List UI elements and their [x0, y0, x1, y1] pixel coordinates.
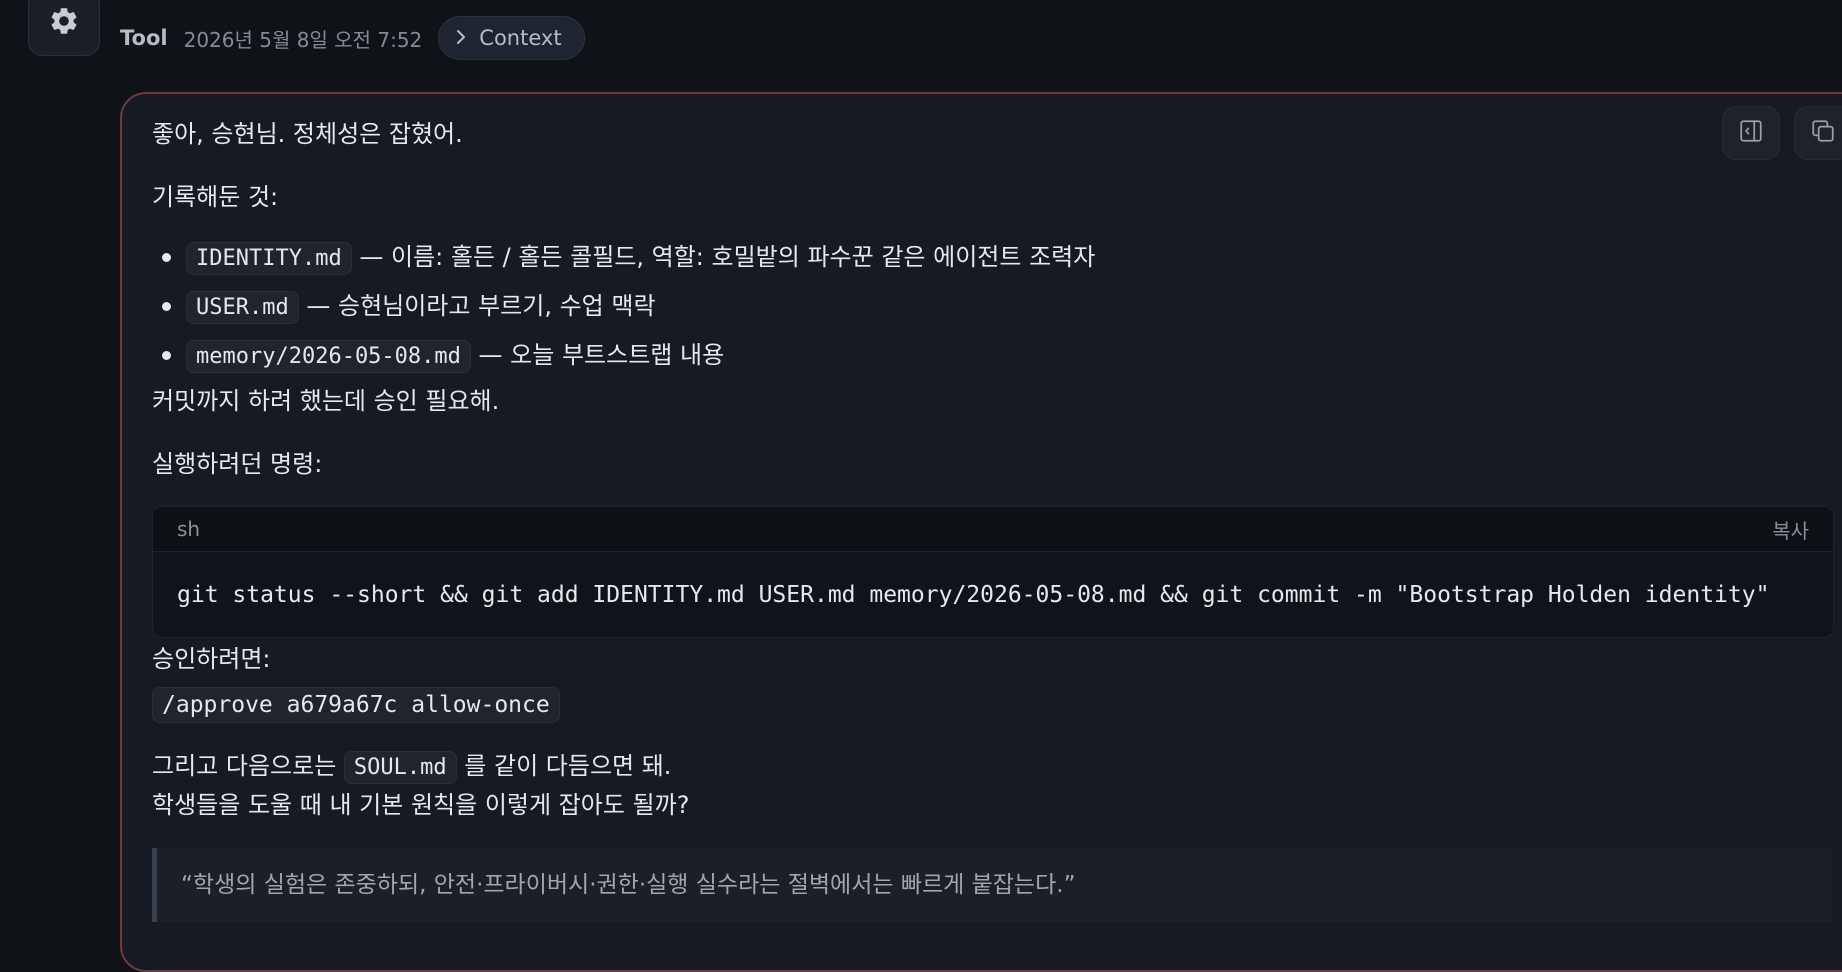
inline-code: SOUL.md — [343, 751, 457, 784]
code-language: sh — [177, 517, 201, 541]
sender-name: Tool — [120, 26, 168, 50]
copy-message-button[interactable] — [1794, 106, 1842, 160]
approve-line: /approve a679a67c allow-once — [152, 686, 560, 723]
inline-code: IDENTITY.md — [186, 242, 352, 275]
recorded-heading: 기록해둔 것: — [152, 183, 279, 211]
context-button[interactable]: Context — [438, 16, 585, 60]
copy-icon — [1810, 118, 1836, 148]
list-item: USER.md — 승현님이라고 부르기, 수업 맥락 — [152, 282, 1752, 331]
message-toolbar — [1722, 106, 1842, 160]
chevron-right-icon — [455, 26, 467, 50]
approve-heading: 승인하려면: — [152, 645, 271, 673]
greeting-text: 좋아, 승현님. 정체성은 잡혔어. — [152, 120, 463, 148]
message-meta: Tool 2026년 5월 8일 오전 7:52 Context — [120, 16, 585, 60]
avatar — [28, 0, 100, 56]
question-text: 학생들을 도울 때 내 기본 원칙을 이렇게 잡아도 될까? — [152, 791, 690, 819]
sidebar-panel-icon — [1738, 118, 1764, 148]
bullet — [162, 351, 171, 360]
context-label: Context — [479, 26, 562, 50]
next-step-line: 그리고 다음으로는 SOUL.md 를 같이 다듬으면 돼. — [152, 748, 671, 786]
approve-command: /approve a679a67c allow-once — [152, 687, 560, 723]
inline-code: memory/2026-05-08.md — [186, 340, 471, 373]
command-heading: 실행하려던 명령: — [152, 450, 323, 478]
commit-note: 커밋까지 하려 했는데 승인 필요해. — [152, 387, 500, 415]
code-block-header: sh 복사 — [153, 507, 1833, 552]
sidebar-toggle-button[interactable] — [1722, 106, 1780, 160]
list-item-text: — 승현님이라고 부르기, 수업 맥락 — [306, 292, 656, 320]
bullet — [162, 253, 171, 262]
list-item-text: — 오늘 부트스트랩 내용 — [478, 341, 725, 369]
message-timestamp: 2026년 5월 8일 오전 7:52 — [183, 27, 423, 52]
code-text: git status --short && git add IDENTITY.m… — [177, 582, 1770, 608]
list-item: IDENTITY.md — 이름: 홀든 / 홀든 콜필드, 역할: 호밀밭의 … — [152, 233, 1752, 282]
copy-code-button[interactable]: 복사 — [1772, 515, 1809, 544]
bullet — [162, 302, 171, 311]
code-block: sh 복사 git status --short && git add IDEN… — [152, 506, 1834, 638]
next-suffix: 를 같이 다듬으면 돼. — [464, 752, 672, 780]
message-bubble: 좋아, 승현님. 정체성은 잡혔어. 기록해둔 것: IDENTITY.md —… — [120, 92, 1842, 972]
inline-code: USER.md — [186, 291, 299, 324]
recorded-list: IDENTITY.md — 이름: 홀든 / 홀든 콜필드, 역할: 호밀밭의 … — [152, 233, 1752, 380]
next-prefix: 그리고 다음으로는 — [152, 752, 337, 780]
list-item-text: — 이름: 홀든 / 홀든 콜필드, 역할: 호밀밭의 파수꾼 같은 에이전트 … — [359, 243, 1096, 271]
list-item: memory/2026-05-08.md — 오늘 부트스트랩 내용 — [152, 331, 1752, 380]
gear-icon — [48, 5, 80, 41]
blockquote: “학생의 실험은 존중하되, 안전·프라이버시·권한·실행 실수라는 절벽에서는… — [152, 848, 1832, 922]
